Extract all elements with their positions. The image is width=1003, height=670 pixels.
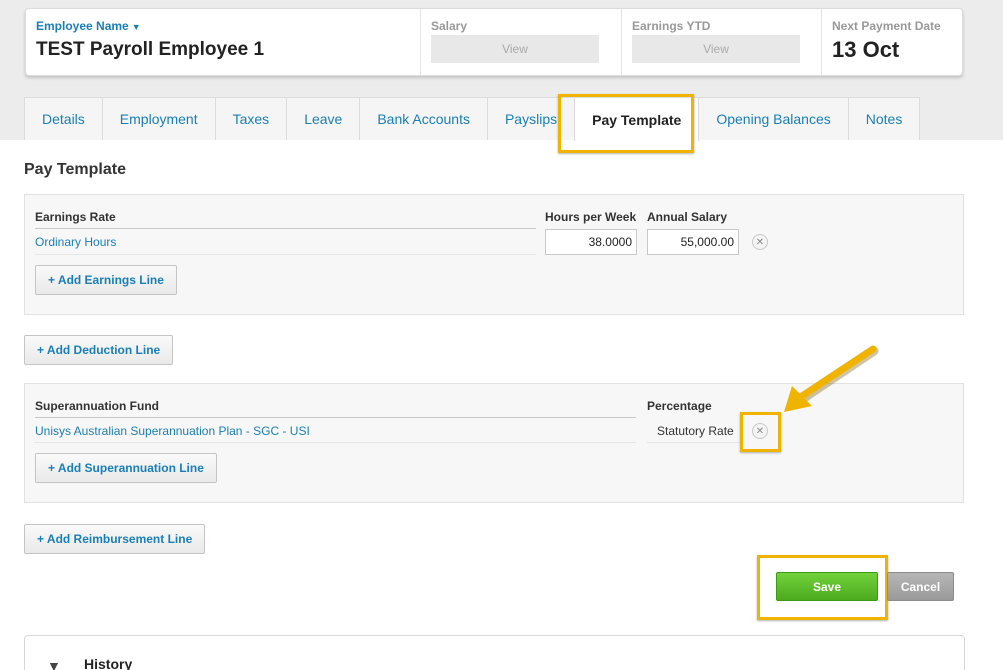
employee-name-label: Employee Name <box>36 19 129 33</box>
tab-opening-balances[interactable]: Opening Balances <box>698 97 849 140</box>
salary-view-button[interactable]: View <box>431 35 599 63</box>
percentage-row-divider <box>647 442 740 443</box>
cancel-button[interactable]: Cancel <box>887 572 954 601</box>
add-superannuation-line-button[interactable]: + Add Superannuation Line <box>35 453 217 483</box>
add-earnings-line-button[interactable]: + Add Earnings Line <box>35 265 177 295</box>
add-reimbursement-line-button[interactable]: + Add Reimbursement Line <box>24 524 206 554</box>
earnings-ytd-view-button[interactable]: View <box>632 35 800 63</box>
earnings-row-divider <box>35 254 536 255</box>
employee-header-card: Employee Name ▼ TEST Payroll Employee 1 S… <box>25 8 963 76</box>
tab-taxes[interactable]: Taxes <box>214 97 288 140</box>
tab-notes[interactable]: Notes <box>847 97 921 140</box>
annual-salary-header: Annual Salary <box>647 210 728 224</box>
employee-name-dropdown[interactable]: Employee Name ▼ <box>36 19 141 33</box>
tab-bank-accounts[interactable]: Bank Accounts <box>359 97 488 140</box>
page-title: Pay Template <box>24 161 126 178</box>
tab-leave[interactable]: Leave <box>286 97 361 140</box>
super-row-divider <box>35 442 636 443</box>
super-fund-header: Superannuation Fund <box>35 399 159 413</box>
history-panel[interactable]: ▼ History <box>24 635 965 670</box>
employee-name-section: Employee Name ▼ TEST Payroll Employee 1 <box>26 9 421 75</box>
super-fund-link[interactable]: Unisys Australian Superannuation Plan - … <box>35 424 310 438</box>
tab-pay-template[interactable]: Pay Template <box>574 97 700 141</box>
remove-earnings-line-icon[interactable]: ✕ <box>752 234 768 250</box>
next-payment-section: Next Payment Date 13 Oct <box>822 9 962 75</box>
employee-tabs: Details Employment Taxes Leave Bank Acco… <box>24 97 921 141</box>
annual-salary-input[interactable] <box>647 229 739 255</box>
salary-section: Salary View <box>421 9 622 75</box>
remove-super-line-icon[interactable]: ✕ <box>752 423 768 439</box>
employee-name: TEST Payroll Employee 1 <box>36 39 265 60</box>
earnings-ytd-label: Earnings YTD <box>632 19 711 33</box>
hours-per-week-input[interactable] <box>545 229 637 255</box>
add-deduction-line-button[interactable]: + Add Deduction Line <box>24 335 174 365</box>
superannuation-panel: Superannuation Fund Percentage Unisys Au… <box>24 383 964 503</box>
earnings-ytd-section: Earnings YTD View <box>622 9 822 75</box>
earnings-panel: Earnings Rate Hours per Week Annual Sala… <box>24 194 964 315</box>
salary-label: Salary <box>431 19 468 33</box>
caret-down-icon: ▼ <box>131 22 141 32</box>
earnings-rate-link[interactable]: Ordinary Hours <box>35 235 116 249</box>
save-button[interactable]: Save <box>776 572 878 601</box>
tab-payslips[interactable]: Payslips <box>486 97 576 140</box>
earnings-rate-underline <box>35 228 536 229</box>
history-title: History <box>84 656 133 670</box>
tab-details[interactable]: Details <box>24 97 103 140</box>
chevron-down-icon[interactable]: ▼ <box>47 658 61 670</box>
next-payment-label: Next Payment Date <box>832 19 941 33</box>
hours-per-week-header: Hours per Week <box>545 210 637 224</box>
earnings-rate-header: Earnings Rate <box>35 210 116 224</box>
percentage-value: Statutory Rate <box>657 424 734 438</box>
percentage-header: Percentage <box>647 399 712 413</box>
next-payment-date: 13 Oct <box>832 37 900 62</box>
super-fund-underline <box>35 417 636 418</box>
tab-employment[interactable]: Employment <box>101 97 216 140</box>
